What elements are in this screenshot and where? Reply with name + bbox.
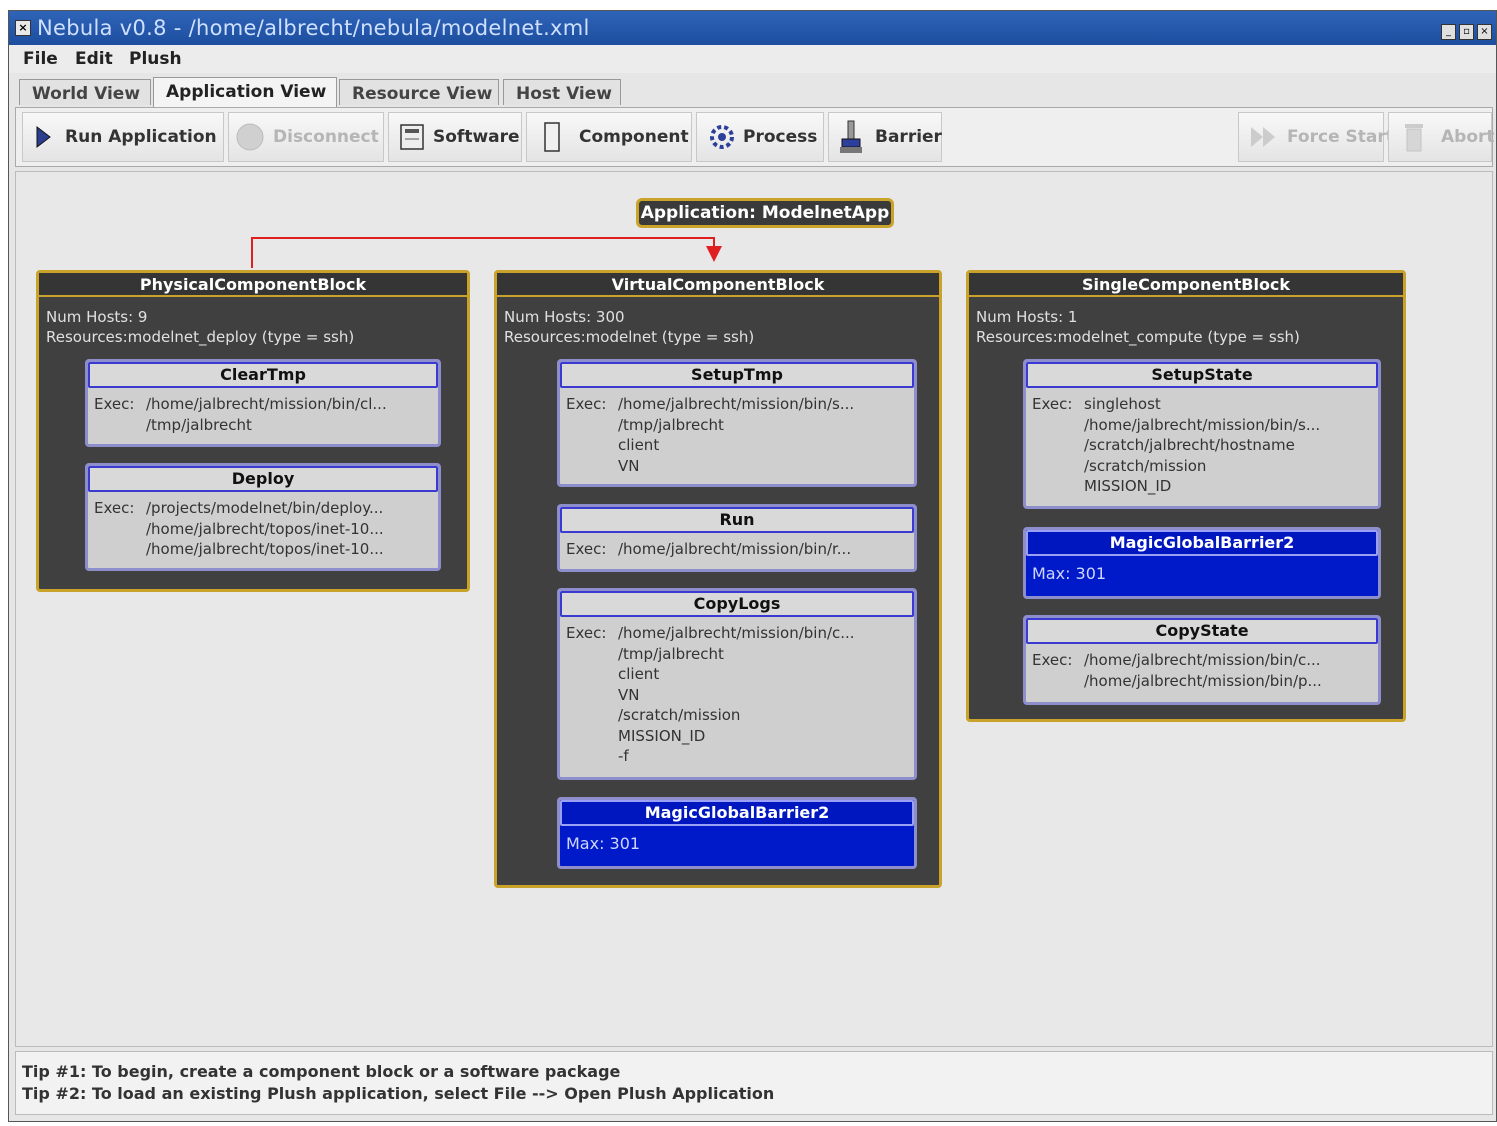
block-info: Num Hosts: 9 Resources:modelnet_deploy (… (46, 307, 354, 347)
component-exec: Exec: /home/jalbrecht/mission/bin/cl... … (94, 395, 387, 434)
barrier-max: Max: 301 (566, 834, 641, 853)
component-title: CopyLogs (560, 591, 914, 617)
barrier-magicglobalbarrier2-virtual[interactable]: MagicGlobalBarrier2 Max: 301 (557, 797, 917, 869)
title-bar[interactable]: × Nebula v0.8 - /home/albrecht/nebula/mo… (9, 11, 1496, 45)
disconnect-button[interactable]: Disconnect (228, 112, 384, 162)
barrier-title: MagicGlobalBarrier2 (1026, 530, 1378, 556)
component-setuptmp[interactable]: SetupTmp Exec: /home/jalbrecht/mission/b… (557, 359, 917, 487)
nebula-window: × Nebula v0.8 - /home/albrecht/nebula/mo… (8, 10, 1497, 1122)
component-cleartmp[interactable]: ClearTmp Exec: /home/jalbrecht/mission/b… (85, 359, 441, 447)
force-start-button[interactable]: Force Start (1238, 112, 1394, 162)
component-title: ClearTmp (88, 362, 438, 388)
tip-2: Tip #2: To load an existing Plush applic… (22, 1084, 775, 1103)
component-exec: Exec: /home/jalbrecht/mission/bin/r... (566, 540, 852, 558)
component-exec: Exec: /projects/modelnet/bin/deploy... /… (94, 499, 384, 558)
component-title: CopyState (1026, 618, 1378, 644)
application-canvas[interactable]: Application: ModelnetApp PhysicalCompone… (15, 171, 1493, 1047)
trash-icon (1405, 124, 1423, 152)
software-icon (400, 124, 424, 150)
component-exec: Exec: singlehost /home/jalbrecht/mission… (1032, 395, 1321, 495)
barrier-title: MagicGlobalBarrier2 (560, 800, 914, 826)
component-icon (544, 122, 560, 152)
component-title: Run (560, 507, 914, 533)
component-copylogs[interactable]: CopyLogs Exec: /home/jalbrecht/mission/b… (557, 588, 917, 780)
software-button[interactable]: Software (388, 112, 522, 162)
barrier-magicglobalbarrier2-single[interactable]: MagicGlobalBarrier2 Max: 301 (1023, 527, 1381, 599)
run-application-button[interactable]: Run Application (22, 112, 224, 162)
menu-plush[interactable]: Plush (129, 49, 182, 69)
fast-forward-icon (1251, 127, 1275, 147)
component-button[interactable]: Component (526, 112, 692, 162)
resources: Resources:modelnet_deploy (type = ssh) (46, 328, 355, 346)
component-exec: Exec: /home/jalbrecht/mission/bin/c... /… (1032, 651, 1322, 690)
num-hosts: Num Hosts: 9 (46, 308, 148, 326)
tab-application-view[interactable]: Application View (153, 77, 337, 107)
abort-button[interactable]: Abort (1388, 112, 1495, 162)
tip-1: Tip #1: To begin, create a component blo… (22, 1062, 621, 1081)
barrier-max: Max: 301 (1032, 564, 1107, 583)
resources: Resources:modelnet (type = ssh) (504, 328, 755, 346)
single-component-block[interactable]: SingleComponentBlock Num Hosts: 1 Resour… (966, 270, 1406, 722)
component-title: SetupTmp (560, 362, 914, 388)
block-info: Num Hosts: 1 Resources:modelnet_compute … (976, 307, 1300, 347)
menu-file[interactable]: File (23, 49, 58, 69)
window-controls: _ ▫ × (1438, 19, 1492, 40)
num-hosts: Num Hosts: 300 (504, 308, 625, 326)
block-title: VirtualComponentBlock (497, 273, 939, 297)
physical-component-block[interactable]: PhysicalComponentBlock Num Hosts: 9 Reso… (36, 270, 470, 592)
block-title: SingleComponentBlock (969, 273, 1403, 297)
application-label[interactable]: Application: ModelnetApp (636, 198, 894, 228)
close-button[interactable]: × (1477, 24, 1492, 40)
component-title: Deploy (88, 466, 438, 492)
block-title: PhysicalComponentBlock (39, 273, 467, 297)
tips-panel: Tip #1: To begin, create a component blo… (15, 1051, 1493, 1115)
process-button[interactable]: Process (696, 112, 824, 162)
menu-edit[interactable]: Edit (75, 49, 113, 69)
component-run[interactable]: Run Exec: /home/jalbrecht/mission/bin/r.… (557, 504, 917, 572)
num-hosts: Num Hosts: 1 (976, 308, 1078, 326)
barrier-icon (840, 120, 862, 153)
component-title: SetupState (1026, 362, 1378, 388)
gears-icon (710, 125, 734, 149)
toolbar: Run Application Disconnect Software Comp… (15, 107, 1495, 167)
tab-resource-view[interactable]: Resource View (339, 79, 499, 105)
window-title: Nebula v0.8 - /home/albrecht/nebula/mode… (37, 16, 590, 40)
view-tabs: World View Application View Resource Vie… (9, 77, 1496, 107)
menu-bar: File Edit Plush (9, 45, 1496, 73)
barrier-button[interactable]: Barrier (828, 112, 942, 162)
tab-world-view[interactable]: World View (19, 79, 151, 105)
disconnect-icon (236, 123, 264, 151)
block-link-physical-to-virtual (251, 237, 722, 268)
component-exec: Exec: /home/jalbrecht/mission/bin/s... /… (566, 395, 855, 475)
block-info: Num Hosts: 300 Resources:modelnet (type … (504, 307, 754, 347)
app-icon: × (15, 20, 31, 36)
virtual-component-block[interactable]: VirtualComponentBlock Num Hosts: 300 Res… (494, 270, 942, 888)
maximize-button[interactable]: ▫ (1459, 24, 1474, 40)
play-icon (36, 125, 51, 149)
component-copystate[interactable]: CopyState Exec: /home/jalbrecht/mission/… (1023, 615, 1381, 705)
component-deploy[interactable]: Deploy Exec: /projects/modelnet/bin/depl… (85, 463, 441, 571)
tab-host-view[interactable]: Host View (503, 79, 621, 105)
resources: Resources:modelnet_compute (type = ssh) (976, 328, 1300, 346)
component-exec: Exec: /home/jalbrecht/mission/bin/c... /… (566, 624, 855, 765)
component-setupstate[interactable]: SetupState Exec: singlehost /home/jalbre… (1023, 359, 1381, 509)
minimize-button[interactable]: _ (1441, 24, 1456, 40)
